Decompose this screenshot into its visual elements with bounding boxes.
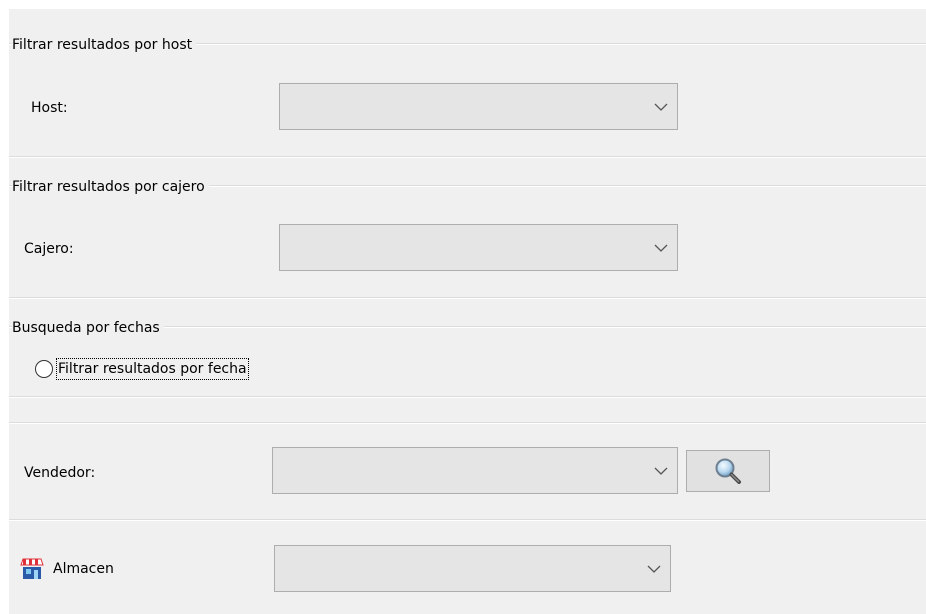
chevron-down-icon (654, 467, 668, 475)
vendedor-label: Vendedor: (24, 465, 96, 481)
vendedor-rule (9, 422, 926, 424)
host-group-title: Filtrar resultados por host (12, 36, 197, 54)
filter-by-date-radio[interactable]: Filtrar resultados por fecha (35, 358, 249, 380)
fechas-group-bottom-rule (9, 396, 926, 398)
cajero-label: Cajero: (24, 241, 74, 257)
host-group-bottom-rule (9, 156, 926, 158)
store-icon (20, 558, 44, 579)
host-dropdown[interactable] (279, 83, 678, 130)
radio-circle[interactable] (35, 360, 53, 378)
almacen-rule (9, 519, 926, 521)
host-label: Host: (31, 100, 68, 116)
chevron-down-icon (654, 244, 668, 252)
cajero-group-bottom-rule (9, 297, 926, 299)
filter-panel: Filtrar resultados por host Host: Filtra… (9, 9, 926, 614)
chevron-down-icon (654, 103, 668, 111)
cajero-dropdown[interactable] (279, 224, 678, 271)
almacen-label: Almacen (53, 561, 114, 577)
vendedor-dropdown[interactable] (272, 447, 678, 494)
filter-by-date-label[interactable]: Filtrar resultados por fecha (56, 358, 249, 380)
magnifier-icon (715, 458, 741, 484)
cajero-group-title: Filtrar resultados por cajero (12, 178, 209, 196)
vendedor-search-button[interactable] (686, 450, 770, 492)
chevron-down-icon (647, 565, 661, 573)
almacen-dropdown[interactable] (274, 545, 671, 592)
fechas-group-title: Busqueda por fechas (12, 319, 164, 337)
